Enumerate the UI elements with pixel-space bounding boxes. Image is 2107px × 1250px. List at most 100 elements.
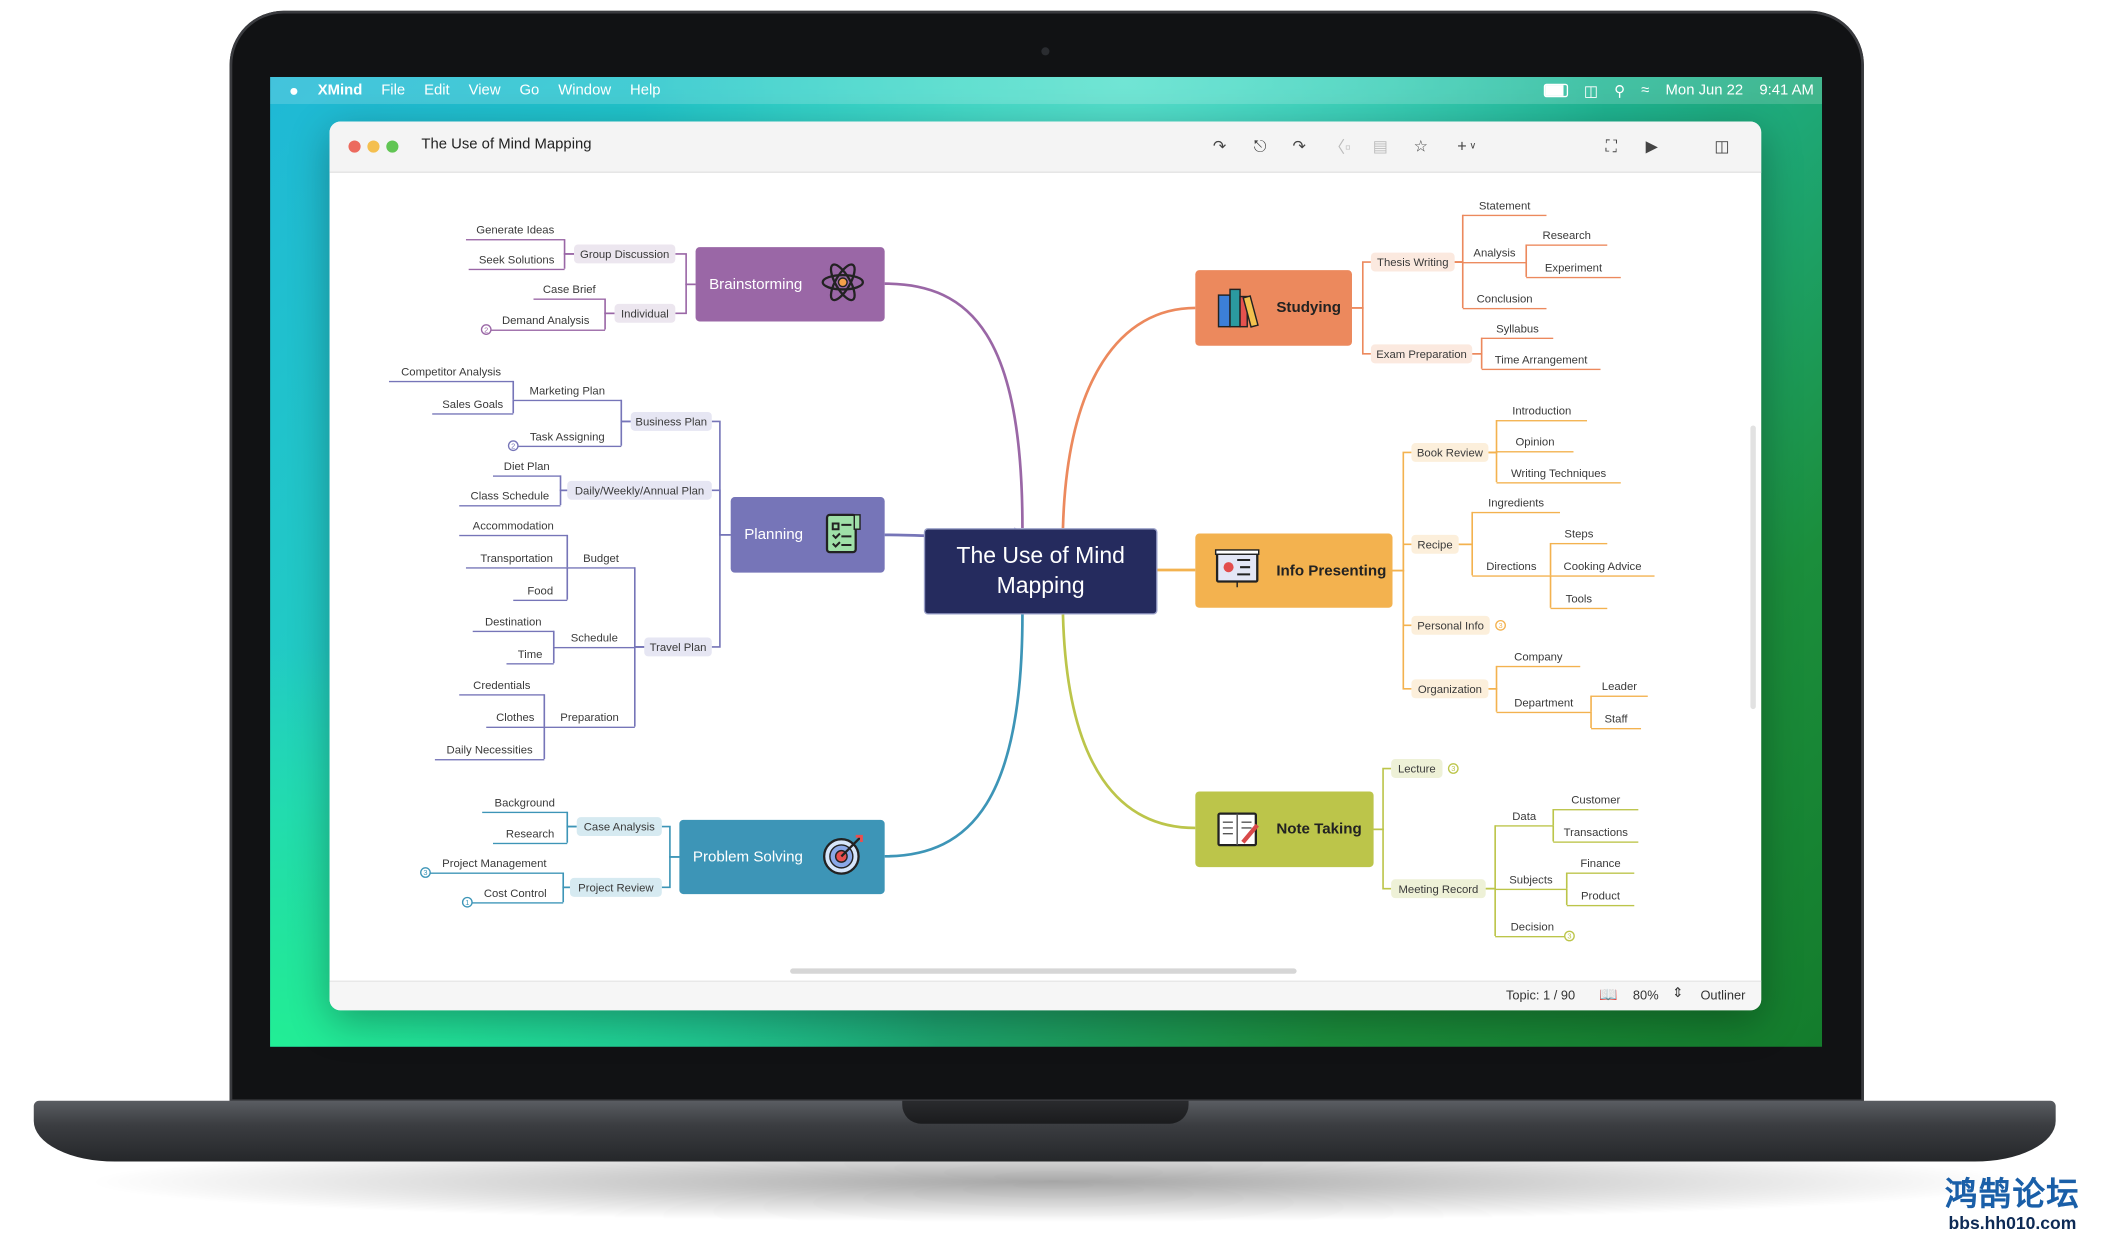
leaf-topic[interactable]: Diet Plan [492, 457, 561, 477]
subtopic[interactable]: Travel Plan [644, 637, 712, 657]
leaf-topic[interactable]: Directions [1472, 556, 1551, 577]
leaf-topic[interactable]: Budget [567, 548, 635, 569]
leaf-topic[interactable]: Cost Control [467, 883, 564, 904]
battery-icon[interactable] [1543, 83, 1568, 98]
menu-go[interactable]: Go [519, 82, 539, 98]
subtopic[interactable]: Business Plan [630, 411, 712, 431]
subtopic[interactable]: Recipe [1411, 534, 1459, 554]
leaf-topic[interactable]: Finance [1566, 854, 1635, 874]
watermark-title: 鸿鹄论坛 [1944, 1176, 2080, 1213]
menu-app[interactable]: XMind [318, 82, 363, 98]
collapsed-count-badge[interactable]: 3 [420, 867, 431, 878]
leaf-topic[interactable]: Competitor Analysis [388, 362, 514, 383]
main-topic-problem-solving[interactable]: Problem Solving [679, 819, 885, 895]
leaf-topic[interactable]: Daily Necessities [434, 740, 545, 761]
topic-connector [675, 253, 696, 286]
central-topic[interactable]: The Use of Mind Mapping [923, 528, 1158, 615]
leaf-topic[interactable]: Class Schedule [459, 486, 561, 507]
topic-connector [1351, 307, 1371, 355]
leaf-topic[interactable]: Subjects [1495, 870, 1567, 891]
leaf-topic[interactable]: Preparation [544, 708, 635, 728]
collapsed-count-badge[interactable]: 3 [1564, 930, 1575, 942]
leaf-topic[interactable]: Department [1496, 693, 1592, 714]
leaf-topic[interactable]: Conclusion [1462, 289, 1547, 310]
leaf-topic[interactable]: Writing Techniques [1496, 463, 1621, 484]
leaf-topic[interactable]: Generate Ideas [465, 220, 565, 241]
leaf-topic[interactable]: Opinion [1496, 432, 1574, 453]
leaf-topic[interactable]: Product [1566, 886, 1635, 907]
menu-edit[interactable]: Edit [424, 82, 450, 98]
leaf-topic[interactable]: Task Assigning [513, 427, 622, 448]
leaf-topic[interactable]: Analysis [1462, 243, 1527, 264]
subtopic[interactable]: Group Discussion [574, 244, 676, 264]
control-center-icon[interactable]: ◫ [1584, 82, 1598, 99]
leaf-topic[interactable]: Syllabus [1481, 319, 1554, 340]
leaf-topic[interactable]: Decision [1495, 917, 1570, 938]
menu-window[interactable]: Window [558, 82, 611, 98]
main-topic-brainstorming[interactable]: Brainstorming [695, 247, 885, 322]
leaf-topic[interactable]: Ingredients [1472, 493, 1560, 514]
leaf-topic[interactable]: Transportation [465, 548, 568, 569]
leaf-topic[interactable]: Clothes [486, 708, 545, 728]
leaf-topic[interactable]: Research [492, 824, 568, 845]
menu-view[interactable]: View [469, 82, 501, 98]
collapsed-count-badge[interactable]: 2 [480, 324, 492, 335]
main-topic-studying[interactable]: Studying [1195, 270, 1352, 346]
collapsed-count-badge[interactable]: 1 [461, 896, 473, 908]
topic-connector [661, 825, 680, 858]
leaf-topic[interactable]: Seek Solutions [468, 250, 565, 271]
subtopic[interactable]: Lecture [1391, 759, 1443, 778]
main-topic-planning[interactable]: Planning [730, 497, 885, 573]
subtopic[interactable]: Individual [614, 303, 676, 323]
collapsed-count-badge[interactable]: 3 [1447, 763, 1459, 774]
leaf-topic[interactable]: Credentials [459, 675, 545, 696]
menu-time[interactable]: 9:41 AM [1759, 82, 1814, 98]
main-topic-info-presenting[interactable]: Info Presenting [1195, 533, 1393, 608]
leaf-topic[interactable]: Time [506, 644, 554, 665]
leaf-topic[interactable]: Sales Goals [432, 394, 514, 415]
leaf-topic[interactable]: Data [1495, 806, 1554, 827]
main-topic-note-taking[interactable]: Note Taking [1195, 791, 1374, 868]
leaf-topic[interactable]: Food [513, 581, 568, 602]
leaf-topic[interactable]: Time Arrangement [1481, 350, 1601, 371]
subtopic[interactable]: Thesis Writing [1370, 252, 1455, 272]
leaf-topic[interactable]: Tools [1550, 589, 1608, 610]
main-branch-connector [884, 282, 1024, 529]
leaf-topic[interactable]: Steps [1550, 524, 1608, 545]
leaf-topic[interactable]: Schedule [553, 628, 635, 649]
leaf-topic[interactable]: Leader [1591, 677, 1648, 697]
collapsed-count-badge[interactable]: 3 [1495, 619, 1506, 631]
leaf-topic[interactable]: Accommodation [459, 516, 568, 537]
subtopic[interactable]: Book Review [1411, 443, 1489, 462]
leaf-topic[interactable]: Cooking Advice [1550, 556, 1655, 577]
apple-icon[interactable]: ● [289, 81, 299, 100]
leaf-topic[interactable]: Destination [472, 612, 554, 633]
leaf-topic[interactable]: Company [1496, 647, 1581, 668]
subtopic[interactable]: Personal Info [1411, 615, 1490, 635]
leaf-topic[interactable]: Statement [1462, 196, 1547, 217]
menu-help[interactable]: Help [630, 82, 661, 98]
watermark: 鸿鹄论坛 bbs.hh010.com [1944, 1176, 2080, 1233]
collapsed-count-badge[interactable]: 2 [507, 440, 519, 452]
menu-file[interactable]: File [381, 82, 405, 98]
menu-date[interactable]: Mon Jun 22 [1666, 82, 1744, 98]
subtopic[interactable]: Meeting Record [1391, 879, 1486, 899]
subtopic[interactable]: Daily/Weekly/Annual Plan [567, 480, 712, 500]
leaf-topic[interactable]: Transactions [1553, 823, 1639, 843]
subtopic[interactable]: Exam Preparation [1370, 344, 1473, 364]
leaf-topic[interactable]: Case Brief [533, 280, 606, 300]
subtopic[interactable]: Project Review [569, 877, 662, 897]
subtopic[interactable]: Organization [1411, 679, 1489, 699]
leaf-topic[interactable]: Staff [1591, 709, 1642, 730]
leaf-topic[interactable]: Introduction [1496, 401, 1588, 422]
leaf-topic[interactable]: Project Management [425, 854, 564, 874]
leaf-topic[interactable]: Customer [1553, 790, 1639, 811]
search-icon[interactable]: ⚲ [1614, 82, 1625, 99]
leaf-topic[interactable]: Experiment [1526, 258, 1621, 279]
leaf-topic[interactable]: Marketing Plan [513, 381, 622, 402]
leaf-topic[interactable]: Research [1526, 226, 1608, 246]
wifi-icon[interactable]: ≈ [1641, 82, 1649, 98]
leaf-topic[interactable]: Background [482, 793, 568, 814]
subtopic[interactable]: Case Analysis [576, 817, 662, 837]
leaf-topic[interactable]: Demand Analysis [486, 311, 606, 331]
